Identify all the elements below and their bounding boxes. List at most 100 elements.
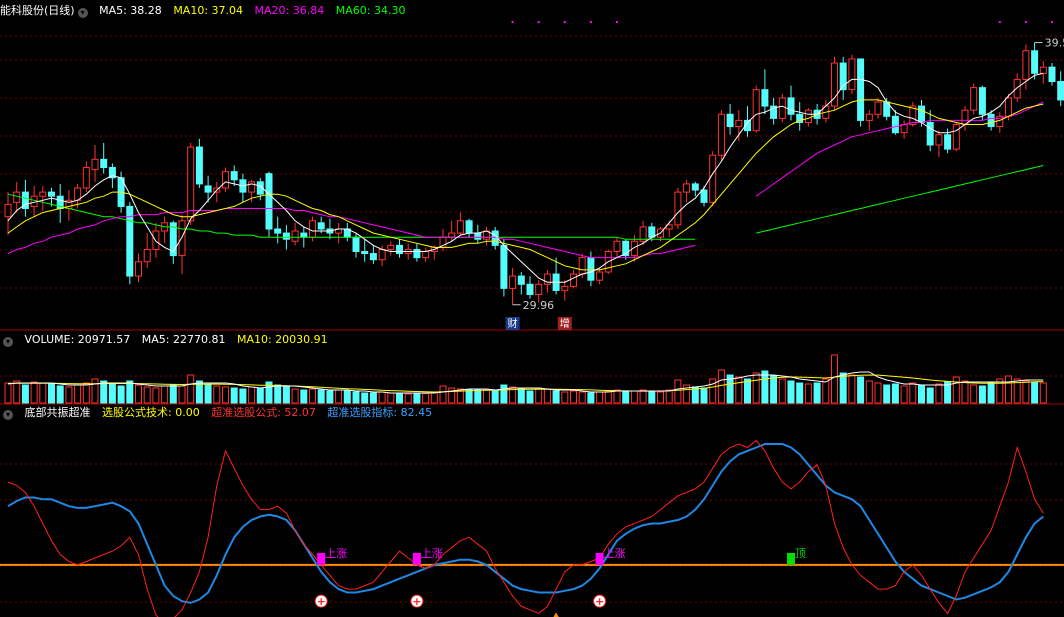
volume-bar (665, 389, 673, 404)
candle-body (48, 191, 55, 197)
candle-body (648, 226, 656, 238)
candle-body (13, 191, 21, 203)
volume-bar (343, 390, 351, 404)
volume-bar (778, 378, 786, 404)
candle-body (465, 220, 473, 234)
volume-bar (996, 378, 1004, 404)
volume-bar (152, 387, 160, 404)
candle-body (369, 253, 377, 261)
candle-body (1005, 97, 1012, 117)
signal-dot (998, 21, 1001, 23)
candle-body (970, 87, 978, 111)
candle-body (274, 228, 282, 234)
stock-name: 能科股份(日线) (0, 4, 75, 17)
volume-bar (787, 380, 795, 404)
signal-dot (511, 21, 514, 23)
candle-body (91, 158, 99, 171)
candle-body (587, 257, 595, 281)
volume-bar (274, 384, 282, 404)
buy-signal-symbol: + (317, 595, 326, 608)
volume-bar (717, 369, 725, 404)
volume-bar (570, 390, 577, 404)
candle-body (135, 261, 142, 277)
candle-body (804, 109, 812, 123)
candle-body (195, 146, 203, 185)
volume-bar (74, 384, 82, 404)
candle-body (309, 220, 316, 238)
rise-signal-label: 上涨 (604, 547, 626, 560)
volume-bar (987, 381, 995, 404)
candle-body (39, 191, 47, 197)
volume-bar (178, 385, 186, 404)
volume-bar (430, 391, 438, 404)
candle-body (978, 87, 986, 115)
candle-body (265, 173, 273, 230)
candle-body (865, 113, 873, 121)
ma10-value: MA10: 37.04 (173, 4, 244, 17)
volume-bar (770, 375, 778, 404)
candle-body (1057, 80, 1064, 101)
volume-bar (648, 390, 656, 404)
candle-body (291, 230, 299, 242)
volume-bar (439, 385, 447, 404)
candle-body (352, 236, 360, 253)
volume-bar (891, 383, 899, 404)
volume-bar (65, 386, 73, 404)
candle-body (561, 285, 569, 291)
candle-body (944, 134, 952, 150)
candle-body (396, 244, 403, 255)
volume-bar (761, 370, 769, 404)
volume-bar (361, 392, 369, 404)
volume-bar (674, 379, 682, 404)
candle-body (1048, 66, 1056, 82)
volume-bar (744, 378, 751, 404)
candle-body (787, 97, 795, 115)
volume-bar (282, 386, 290, 404)
candle-body (500, 244, 508, 289)
volume-bar (387, 392, 395, 404)
volume-bar (117, 385, 125, 404)
volume-bar (213, 385, 221, 404)
candle-body (761, 89, 769, 107)
candle-body (578, 257, 586, 275)
candle-body (387, 244, 395, 250)
volume-bar (813, 382, 821, 404)
candle-body (448, 232, 456, 238)
candle-body (1031, 50, 1039, 74)
volume-bar (369, 392, 377, 404)
signal-dot (1024, 21, 1027, 23)
candle-body (187, 146, 195, 222)
candle-body (935, 134, 943, 146)
candle-body (596, 271, 604, 281)
rise-signal-label-block (595, 552, 604, 565)
volume-bar (204, 384, 212, 404)
additional-issue-marker: 增 (560, 317, 570, 330)
signal-dot (563, 21, 566, 23)
candle-body (1022, 50, 1030, 80)
volume-bar (561, 391, 569, 404)
candle-body (222, 171, 229, 189)
candle-body (752, 89, 760, 132)
volume-bar (39, 382, 47, 404)
indicator-formula-value: 超准选股公式: 52.07 (211, 406, 316, 419)
candle-body (282, 232, 290, 240)
volume-toggle-icon[interactable]: ▾ (3, 337, 13, 347)
candle-body (456, 220, 464, 234)
buy-signal-symbol: + (412, 595, 421, 608)
indicator-toggle-icon[interactable]: ▾ (3, 410, 13, 420)
candle-body (1013, 78, 1021, 99)
volume-bar (970, 384, 978, 404)
volume-bar (413, 392, 421, 404)
volume-ma10-value: MA10: 20030.91 (236, 333, 328, 346)
candle-body (848, 58, 856, 91)
settings-toggle-icon[interactable]: ▾ (77, 8, 88, 18)
candle-body (891, 115, 899, 134)
top-signal-label-block (787, 552, 795, 565)
volume-bar (396, 392, 403, 404)
volume-bar (465, 389, 473, 404)
rise-signal-label: 上涨 (325, 547, 347, 560)
candle-body (300, 232, 308, 238)
ma20-value: MA20: 36.84 (254, 4, 325, 17)
volume-bar (883, 384, 891, 404)
volume-bar (143, 386, 151, 404)
